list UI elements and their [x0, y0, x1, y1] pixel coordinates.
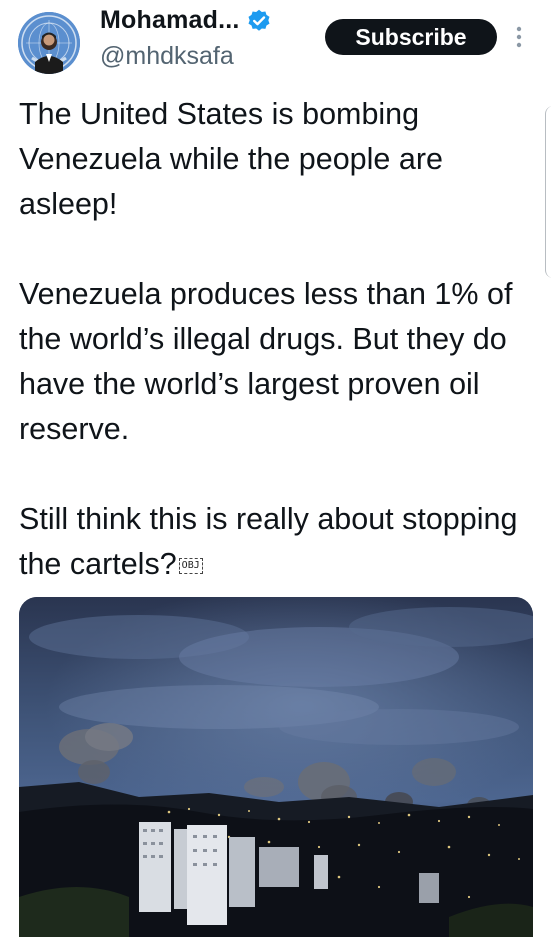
- tweet-paragraph-3-text: Still think this is really about stoppin…: [19, 502, 518, 581]
- tweet-media-photo[interactable]: [19, 597, 533, 937]
- display-name[interactable]: Mohamad...: [100, 6, 240, 35]
- tweet-paragraph-2: Venezuela produces less than 1% of the w…: [19, 277, 513, 446]
- tweet-paragraph-1: The United States is bombing Venezuela w…: [19, 97, 443, 221]
- tweet-paragraph-3: Still think this is really about stoppin…: [19, 497, 534, 587]
- scrollbar[interactable]: [545, 106, 551, 278]
- subscribe-button[interactable]: Subscribe: [325, 19, 497, 55]
- tweet-body: The United States is bombing Venezuela w…: [19, 92, 534, 587]
- name-row: Mohamad...: [100, 4, 272, 36]
- tweet-header: Mohamad... @mhdksafa Subscribe: [0, 0, 551, 80]
- un-emblem-icon: [18, 12, 80, 74]
- vertical-ellipsis-icon[interactable]: [510, 24, 528, 52]
- avatar[interactable]: [18, 12, 80, 74]
- user-handle[interactable]: @mhdksafa: [100, 42, 234, 71]
- object-replacement-glyph: OBJ: [178, 558, 203, 574]
- night-city-smoke-photo: [19, 597, 533, 937]
- verified-badge-icon: [246, 7, 272, 33]
